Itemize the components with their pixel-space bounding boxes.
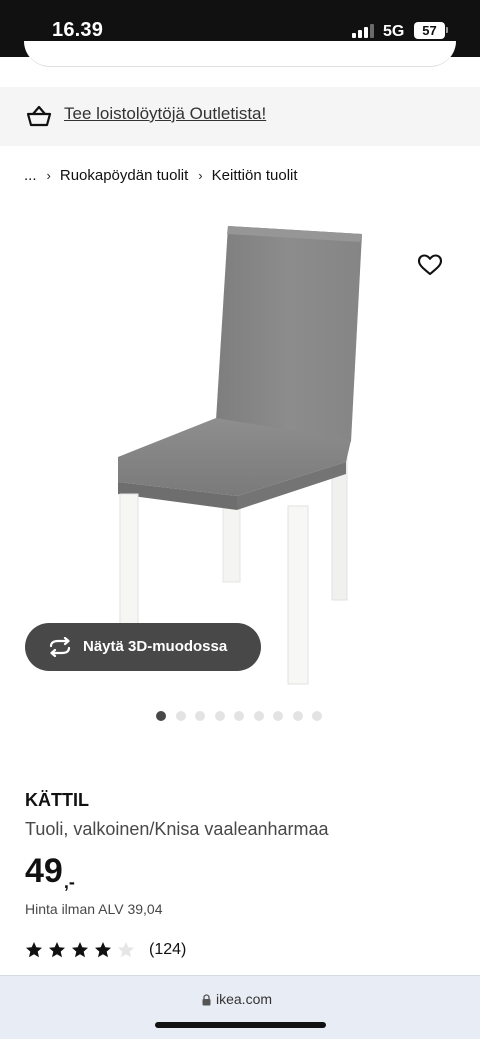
battery-tip bbox=[446, 27, 448, 33]
review-count[interactable]: (124) bbox=[149, 941, 186, 959]
carousel-dot[interactable] bbox=[234, 711, 244, 721]
star-empty-icon bbox=[118, 942, 134, 958]
carousel-dot[interactable] bbox=[273, 711, 283, 721]
url-text: ikea.com bbox=[216, 991, 273, 1007]
battery-icon: 57 bbox=[414, 22, 445, 39]
heart-icon[interactable] bbox=[417, 253, 443, 277]
star-filled-icon bbox=[26, 942, 42, 958]
product-price: 49,- bbox=[25, 852, 75, 893]
breadcrumb: ... › Ruokapöydän tuolit › Keittiön tuol… bbox=[24, 165, 298, 185]
carousel-dot[interactable] bbox=[292, 711, 303, 721]
rating[interactable]: (124) bbox=[25, 940, 186, 960]
header-strip bbox=[0, 41, 480, 87]
price-without-vat: Hinta ilman ALV 39,04 bbox=[25, 901, 163, 917]
home-indicator[interactable] bbox=[155, 1022, 326, 1028]
carousel-dot[interactable] bbox=[214, 711, 225, 721]
chevron-right-icon: › bbox=[46, 167, 51, 183]
carousel-dot[interactable] bbox=[312, 711, 322, 721]
carousel-dot[interactable] bbox=[195, 711, 205, 721]
product-image[interactable] bbox=[100, 210, 380, 690]
signal-icon bbox=[352, 24, 374, 38]
star-filled-icon bbox=[95, 942, 111, 958]
battery-level: 57 bbox=[422, 23, 437, 38]
status-time: 16.39 bbox=[52, 19, 104, 41]
carousel-dot[interactable] bbox=[253, 711, 264, 721]
breadcrumb-ellipsis[interactable]: ... bbox=[24, 167, 37, 184]
breadcrumb-item-dining-chairs[interactable]: Ruokapöydän tuolit bbox=[60, 167, 188, 184]
rotate-3d-icon bbox=[49, 637, 71, 657]
carousel-dot[interactable] bbox=[175, 711, 186, 721]
price-suffix: ,- bbox=[63, 872, 75, 892]
basket-icon bbox=[26, 105, 52, 127]
network-type: 5G bbox=[383, 23, 405, 40]
price-value: 49 bbox=[25, 852, 63, 890]
view-3d-label: Näytä 3D-muodossa bbox=[83, 638, 228, 655]
browser-url-bar[interactable]: ikea.com bbox=[0, 975, 480, 1039]
outlet-link[interactable]: Tee loistolöytöjä Outletista! bbox=[64, 104, 266, 124]
search-box[interactable] bbox=[24, 41, 456, 67]
lock-icon bbox=[202, 994, 211, 1006]
breadcrumb-item-kitchen-chairs[interactable]: Keittiön tuolit bbox=[212, 167, 298, 184]
product-name[interactable]: KÄTTIL bbox=[25, 790, 89, 811]
star-filled-icon bbox=[72, 942, 88, 958]
chevron-right-icon: › bbox=[198, 167, 203, 183]
carousel-dot[interactable] bbox=[156, 711, 166, 721]
star-filled-icon bbox=[49, 942, 65, 958]
carousel-dots bbox=[156, 711, 332, 721]
product-description: Tuoli, valkoinen/Knisa vaaleanharmaa bbox=[25, 819, 329, 839]
view-3d-button[interactable]: Näytä 3D-muodossa bbox=[25, 623, 261, 671]
